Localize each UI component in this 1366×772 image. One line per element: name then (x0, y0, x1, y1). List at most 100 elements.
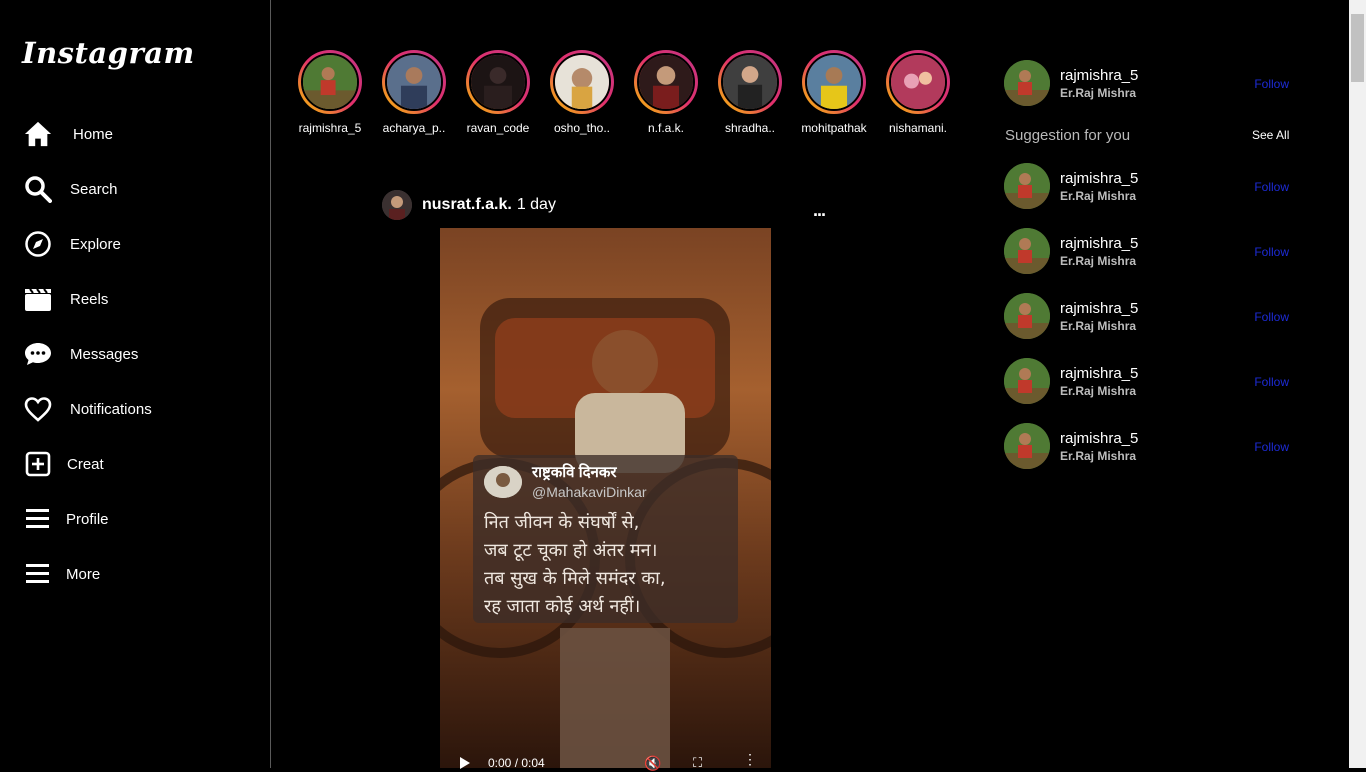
follow-button[interactable]: Follow (1254, 375, 1289, 389)
nav-notifications-label: Notifications (70, 400, 152, 418)
quote-author-handle: @MahakaviDinkar (532, 484, 647, 500)
nav-profile-label: Profile (66, 510, 109, 528)
post-time: 1 day (516, 196, 556, 213)
story-name: mohitpathak (801, 121, 867, 135)
suggestion-item: rajmishra_5 Er.Raj Mishra Follow (1004, 358, 1294, 404)
story-name: shradha.. (724, 121, 776, 135)
fullscreen-icon[interactable]: ⛶ (693, 755, 702, 771)
quote-line: रह जाता कोई अर्थ नहीं। (484, 596, 641, 617)
post-more-button[interactable]: ... (813, 200, 826, 221)
quote-line: नित जीवन के संघर्षों से, (484, 512, 640, 533)
suggestion-username[interactable]: rajmishra_5 (1060, 235, 1138, 252)
home-icon (24, 120, 52, 148)
follow-button[interactable]: Follow (1254, 77, 1289, 91)
suggestion-item: rajmishra_5 Er.Raj Mishra Follow (1004, 228, 1294, 274)
video-controls: 0:00 / 0:04 🔇 ⛶ ⋮ (440, 748, 771, 771)
clapperboard-icon (24, 285, 52, 313)
scrollbar-thumb[interactable] (1351, 14, 1364, 82)
stories-bar: rajmishra_5 acharya_p.. ravan_code osho_… (288, 50, 960, 135)
suggestion-fullname: Er.Raj Mishra (1060, 383, 1137, 398)
suggestion-username[interactable]: rajmishra_5 (1060, 300, 1138, 317)
story-avatar (805, 53, 863, 111)
avatar[interactable] (1004, 423, 1050, 469)
nav-home[interactable]: Home (24, 117, 244, 151)
story-name: osho_tho.. (553, 121, 611, 135)
hamburger-icon (24, 505, 52, 533)
follow-button[interactable]: Follow (1254, 310, 1289, 324)
suggestion-username[interactable]: rajmishra_5 (1060, 430, 1138, 447)
story-item[interactable]: mohitpathak (792, 50, 876, 135)
quote-line: तब सुख के मिले समंदर का, (484, 568, 666, 589)
mute-icon[interactable]: 🔇 (644, 755, 661, 772)
avatar[interactable] (1004, 228, 1050, 274)
story-item[interactable]: nishamani. (876, 50, 960, 135)
suggestion-item: rajmishra_5 Er.Raj Mishra Follow (1004, 423, 1294, 469)
story-name: ravan_code (466, 121, 530, 135)
story-name: n.f.a.k. (647, 121, 685, 135)
avatar[interactable] (1004, 293, 1050, 339)
story-avatar (385, 53, 443, 111)
suggestion-fullname: Er.Raj Mishra (1060, 188, 1137, 203)
post-username[interactable]: nusrat.f.a.k. (422, 196, 512, 214)
nav-messages[interactable]: Messages (24, 337, 244, 371)
avatar[interactable] (1004, 358, 1050, 404)
quote-line: जब टूट चूका हो अंतर मन। (484, 540, 658, 561)
nav-reels-label: Reels (70, 290, 109, 308)
current-user: rajmishra_5 Er.Raj Mishra Follow (1004, 60, 1294, 106)
current-user-fullname: Er.Raj Mishra (1060, 85, 1137, 100)
story-avatar (469, 53, 527, 111)
suggestions-title: Suggestion for you (1005, 127, 1131, 144)
plus-square-icon (24, 450, 52, 478)
follow-button[interactable]: Follow (1254, 245, 1289, 259)
follow-button[interactable]: Follow (1254, 180, 1289, 194)
story-avatar (553, 53, 611, 111)
suggestion-fullname: Er.Raj Mishra (1060, 253, 1137, 268)
nav-home-label: Home (73, 125, 114, 143)
avatar[interactable] (1004, 60, 1050, 106)
story-avatar (637, 53, 695, 111)
heart-icon (24, 395, 52, 423)
nav-search[interactable]: Search (24, 172, 244, 206)
follow-button[interactable]: Follow (1254, 440, 1289, 454)
nav-explore-label: Explore (70, 235, 121, 253)
nav-profile[interactable]: Profile (24, 502, 244, 536)
search-icon (24, 175, 52, 203)
story-item[interactable]: acharya_p.. (372, 50, 456, 135)
suggestion-item: rajmishra_5 Er.Raj Mishra Follow (1004, 163, 1294, 209)
story-item[interactable]: shradha.. (708, 50, 792, 135)
story-avatar (301, 53, 359, 111)
story-avatar (889, 53, 947, 111)
current-user-username[interactable]: rajmishra_5 (1060, 67, 1138, 84)
suggestion-username[interactable]: rajmishra_5 (1060, 365, 1138, 382)
play-icon[interactable] (460, 757, 470, 769)
nav-reels[interactable]: Reels (24, 282, 244, 316)
nav-create-label: Creat (67, 455, 104, 473)
quote-author-name: राष्ट्रकवि दिनकर (532, 464, 617, 481)
nav-messages-label: Messages (70, 345, 139, 363)
avatar[interactable] (1004, 163, 1050, 209)
instagram-logo[interactable]: Instagram (22, 36, 195, 70)
nav-explore[interactable]: Explore (24, 227, 244, 261)
suggestion-username[interactable]: rajmishra_5 (1060, 170, 1138, 187)
nav-more-label: More (66, 565, 101, 583)
more-options-icon[interactable]: ⋮ (743, 751, 757, 768)
story-item[interactable]: n.f.a.k. (624, 50, 708, 135)
story-item[interactable]: ravan_code (456, 50, 540, 135)
sidebar: Instagram Home Search Explore Reels Mess… (0, 0, 271, 768)
story-name: acharya_p.. (382, 121, 446, 135)
nav-notifications[interactable]: Notifications (24, 392, 244, 426)
story-name: nishamani. (888, 121, 948, 135)
nav-more[interactable]: More (24, 557, 244, 591)
post-header: nusrat.f.a.k. 1 day (382, 190, 556, 220)
suggestion-fullname: Er.Raj Mishra (1060, 448, 1137, 463)
see-all-link[interactable]: See All (1252, 128, 1289, 142)
story-name: rajmishra_5 (298, 121, 362, 135)
nav-create[interactable]: Creat (24, 447, 244, 481)
suggestion-item: rajmishra_5 Er.Raj Mishra Follow (1004, 293, 1294, 339)
page-scrollbar[interactable] (1349, 0, 1366, 768)
post-avatar[interactable] (382, 190, 412, 220)
story-item[interactable]: osho_tho.. (540, 50, 624, 135)
story-item[interactable]: rajmishra_5 (288, 50, 372, 135)
suggestion-fullname: Er.Raj Mishra (1060, 318, 1137, 333)
story-avatar (721, 53, 779, 111)
